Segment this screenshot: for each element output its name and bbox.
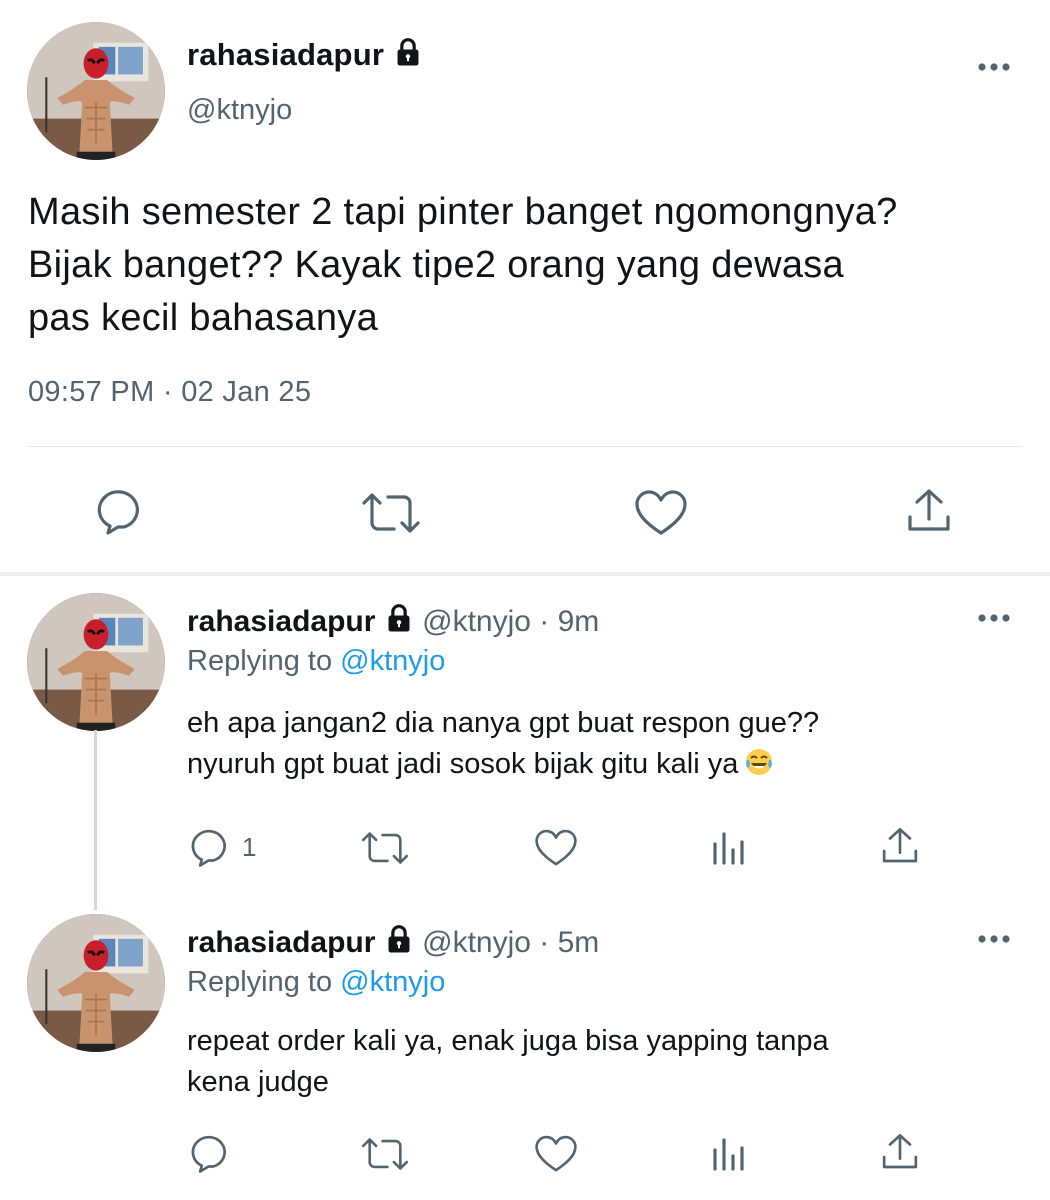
handle-and-time[interactable]: @ktnyjo · 9m: [422, 605, 599, 638]
avatar-image: [27, 593, 165, 731]
avatar-image: [27, 22, 165, 160]
mention-link[interactable]: @ktnyjo: [340, 645, 445, 677]
reply-text-line: kena judge: [187, 1066, 329, 1098]
reply-icon: [191, 829, 226, 867]
reply-text-line: nyuruh gpt buat jadi sosok bijak gitu ka…: [187, 744, 1027, 785]
share-button[interactable]: [880, 826, 920, 866]
tweet-timestamp[interactable]: 09:57 PM · 02 Jan 25: [28, 376, 311, 409]
views-button[interactable]: [710, 1136, 746, 1172]
replying-to: Replying to @ktnyjo: [187, 645, 446, 677]
share-icon: [908, 489, 950, 531]
reply-text: repeat order kali ya, enak juga bisa yap…: [187, 1021, 1027, 1103]
tweet-text: Masih semester 2 tapi pinter banget ngom…: [28, 186, 1038, 345]
share-icon: [882, 1134, 918, 1169]
reply-text-line: repeat order kali ya, enak juga bisa yap…: [187, 1025, 829, 1057]
reply-button[interactable]: [190, 828, 232, 868]
replying-to: Replying to @ktnyjo: [187, 966, 446, 998]
reply-header: rahasiadapur @ktnyjo · 5m: [187, 923, 599, 960]
retweet-button[interactable]: [360, 830, 410, 866]
tweet-text-line: Masih semester 2 tapi pinter banget ngom…: [28, 191, 898, 233]
tweet-text-line: Bijak banget?? Kayak tipe2 orang yang de…: [28, 244, 844, 286]
views-icon: [713, 1138, 744, 1171]
lock-icon: [388, 604, 410, 632]
like-icon: [535, 1135, 577, 1172]
mention-link[interactable]: @ktnyjo: [340, 966, 445, 998]
reply-header: rahasiadapur @ktnyjo · 9m: [187, 602, 599, 639]
more-options-icon[interactable]: [974, 611, 1014, 625]
avatar-image: [27, 914, 165, 1052]
share-icon: [882, 828, 918, 863]
views-icon: [713, 832, 744, 865]
face-with-tears-of-joy-icon: [746, 749, 773, 775]
reply-count: 1: [242, 832, 257, 862]
reply-icon: [97, 490, 139, 535]
tweet-text-line: pas kecil bahasanya: [28, 297, 379, 339]
display-name[interactable]: rahasiadapur: [187, 36, 423, 73]
reply-text-line: eh apa jangan2 dia nanya gpt buat respon…: [187, 707, 820, 739]
tweet-thread: rahasiadapur @ktnyjo Masih semester 2 ta…: [0, 0, 1050, 1200]
avatar[interactable]: [27, 22, 165, 160]
like-icon: [535, 829, 577, 866]
reply-button[interactable]: [96, 488, 146, 536]
share-button[interactable]: [880, 1132, 920, 1172]
retweet-icon: [362, 493, 420, 533]
views-button[interactable]: [710, 830, 746, 866]
divider: [28, 446, 1022, 447]
reply-icon: [191, 1135, 226, 1173]
like-icon: [635, 490, 687, 535]
thread-connector: [94, 730, 97, 910]
like-button[interactable]: [635, 490, 687, 536]
display-name[interactable]: rahasiadapur: [187, 926, 375, 959]
avatar[interactable]: [27, 914, 165, 1052]
lock-icon: [397, 38, 419, 66]
lock-icon: [388, 925, 410, 953]
display-name[interactable]: rahasiadapur: [187, 605, 375, 638]
retweet-button[interactable]: [360, 1136, 410, 1172]
share-button[interactable]: [905, 487, 953, 535]
handle-and-time[interactable]: @ktnyjo · 5m: [422, 926, 599, 959]
section-divider: [0, 572, 1050, 576]
avatar[interactable]: [27, 593, 165, 731]
more-options-icon[interactable]: [974, 60, 1014, 74]
retweet-icon: [361, 1138, 409, 1170]
like-button[interactable]: [535, 1135, 577, 1173]
like-button[interactable]: [535, 829, 577, 867]
retweet-button[interactable]: [360, 491, 422, 535]
reply-text: eh apa jangan2 dia nanya gpt buat respon…: [187, 703, 1027, 785]
retweet-icon: [361, 832, 409, 864]
reply-button[interactable]: [190, 1134, 232, 1174]
more-options-icon[interactable]: [974, 932, 1014, 946]
user-handle[interactable]: @ktnyjo: [187, 94, 292, 127]
